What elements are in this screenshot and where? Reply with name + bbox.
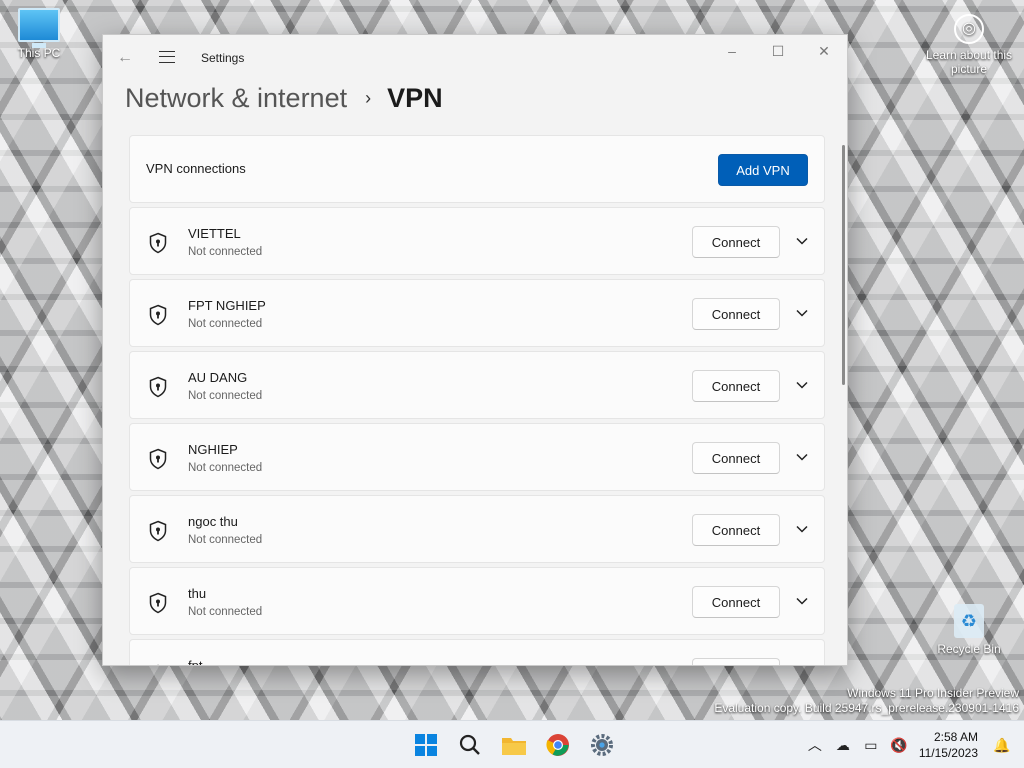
shield-lock-icon: [149, 448, 167, 470]
system-tray: ︿ ☁ ▭ 🔇 2:58 AM 11/15/2023 🔔: [801, 721, 1024, 768]
connect-button[interactable]: Connect: [692, 298, 780, 330]
shield-lock-icon: [149, 304, 167, 326]
vpn-list: VPN connections Add VPN VIETTEL Not conne…: [129, 135, 825, 666]
chevron-down-icon[interactable]: [796, 524, 808, 534]
chevron-down-icon[interactable]: [796, 308, 808, 318]
clock-date: 11/15/2023: [918, 746, 978, 760]
recycle-bin-icon: ♻: [954, 604, 984, 638]
shield-lock-icon: [157, 664, 159, 665]
recycle-bin-desktop-icon[interactable]: ♻ Recycle Bin: [924, 604, 1014, 656]
notification-bell-icon[interactable]: 🔔: [988, 731, 1016, 759]
hamburger-menu-icon[interactable]: [159, 51, 175, 63]
vpn-status: Not connected: [188, 390, 263, 402]
vpn-connection-item[interactable]: AU DANG Not connected Connect: [129, 351, 825, 419]
vpn-connection-item[interactable]: ngoc thu Not connected Connect: [129, 495, 825, 563]
vpn-name: AU DANG: [188, 370, 248, 385]
volume-muted-icon[interactable]: 🔇: [885, 731, 913, 759]
vpn-status: Not connected: [188, 462, 263, 474]
start-icon[interactable]: [408, 727, 444, 763]
add-vpn-button[interactable]: Add VPN: [718, 154, 808, 186]
vpn-status: Not connected: [188, 534, 263, 546]
connect-button[interactable]: Connect: [692, 586, 780, 618]
vpn-name: FPT NGHIEP: [188, 298, 266, 313]
monitor-icon: [18, 8, 60, 48]
windows-watermark: Windows 11 Pro Insider Preview Evaluatio…: [714, 686, 1019, 716]
vpn-connections-label: VPN connections: [146, 161, 246, 176]
chrome-icon[interactable]: [540, 727, 576, 763]
file-explorer-icon[interactable]: [496, 727, 532, 763]
connect-button[interactable]: Connect: [692, 370, 780, 402]
chevron-down-icon[interactable]: [796, 452, 808, 462]
this-pc-label: This PC: [17, 46, 61, 60]
scrollbar[interactable]: [842, 145, 845, 385]
breadcrumb-chevron-icon: ›: [365, 87, 372, 108]
chevron-down-icon[interactable]: [796, 596, 808, 606]
learn-about-picture-desktop-icon[interactable]: ◎ Learn about this picture: [924, 14, 1014, 76]
close-icon[interactable]: ✕: [801, 35, 847, 67]
this-pc-desktop-icon[interactable]: This PC: [0, 8, 78, 60]
vpn-status: Not connected: [188, 318, 263, 330]
settings-window: ← Settings – ☐ ✕ Network & internet › VP…: [102, 34, 848, 666]
maximize-icon[interactable]: ☐: [755, 35, 801, 67]
shield-lock-icon: [149, 592, 167, 614]
vpn-name: fpt: [188, 658, 203, 666]
chevron-down-icon[interactable]: [796, 236, 808, 246]
chevron-down-icon[interactable]: [796, 380, 808, 390]
clock[interactable]: 2:58 AM 11/15/2023: [919, 729, 978, 761]
chevron-up-icon[interactable]: ︿: [801, 731, 829, 759]
search-icon[interactable]: [452, 727, 488, 763]
clock-time: 2:58 AM: [933, 730, 978, 744]
title-bar: ← Settings – ☐ ✕: [103, 35, 847, 81]
vpn-name: ngoc thu: [188, 514, 238, 529]
connect-button[interactable]: Connect: [692, 514, 780, 546]
vpn-connection-item[interactable]: thu Not connected Connect: [129, 567, 825, 635]
settings-icon[interactable]: [584, 727, 620, 763]
vpn-connection-item[interactable]: VIETTEL Not connected Connect: [129, 207, 825, 275]
back-arrow-icon[interactable]: ←: [117, 49, 133, 67]
shield-lock-icon: [149, 376, 167, 398]
minimize-icon[interactable]: –: [709, 35, 755, 67]
connect-button[interactable]: Connect: [692, 226, 780, 258]
network-offline-icon[interactable]: ☁: [829, 731, 857, 759]
vpn-name: VIETTEL: [188, 226, 241, 241]
learn-label: Learn about this picture: [925, 48, 1013, 76]
vpn-name: NGHIEP: [188, 442, 238, 457]
watermark-edition: Windows 11 Pro Insider Preview: [847, 686, 1019, 700]
page-title: VPN: [387, 82, 443, 113]
watermark-build: Evaluation copy. Build 25947.rs_prerelea…: [714, 701, 1019, 715]
shield-lock-icon: [149, 520, 167, 542]
connect-button[interactable]: Connect: [692, 442, 780, 474]
recycle-bin-label: Recycle Bin: [937, 642, 1001, 656]
vpn-connection-item[interactable]: NGHIEP Not connected Connect: [129, 423, 825, 491]
vpn-name: thu: [188, 586, 207, 601]
vpn-connection-item[interactable]: FPT NGHIEP Not connected Connect: [129, 279, 825, 347]
camera-info-icon: ◎: [954, 14, 984, 44]
connect-button[interactable]: Connect: [692, 658, 780, 665]
window-title: Settings: [201, 51, 245, 65]
vpn-status: Not connected: [188, 606, 263, 618]
vpn-connection-item[interactable]: fptNot connectedConnect: [129, 639, 825, 666]
vpn-status: Not connected: [188, 246, 263, 258]
vpn-connections-header: VPN connections Add VPN: [129, 135, 825, 203]
taskbar: ︿ ☁ ▭ 🔇 2:58 AM 11/15/2023 🔔: [0, 720, 1024, 768]
breadcrumb: Network & internet › VPN: [125, 81, 443, 115]
display-icon[interactable]: ▭: [857, 731, 885, 759]
breadcrumb-parent[interactable]: Network & internet: [125, 83, 347, 114]
shield-lock-icon: [149, 232, 167, 254]
